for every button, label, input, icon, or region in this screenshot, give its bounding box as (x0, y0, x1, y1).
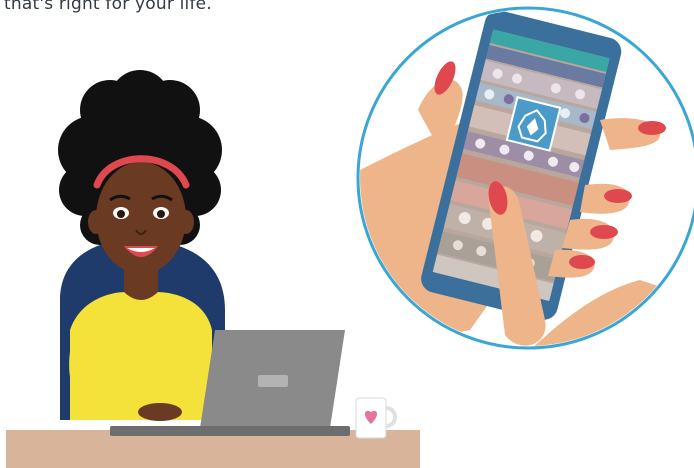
laptop-base (110, 426, 350, 436)
nail (638, 121, 666, 135)
nail (604, 189, 632, 203)
laptop-logo (258, 375, 288, 387)
brand-logo-icon (505, 96, 562, 152)
illustration (6, 6, 694, 468)
face (96, 162, 186, 274)
hands (138, 403, 182, 421)
nail (590, 225, 618, 239)
nail (569, 255, 595, 269)
woman-illustration (58, 70, 225, 421)
phone-closeup (356, 6, 694, 350)
